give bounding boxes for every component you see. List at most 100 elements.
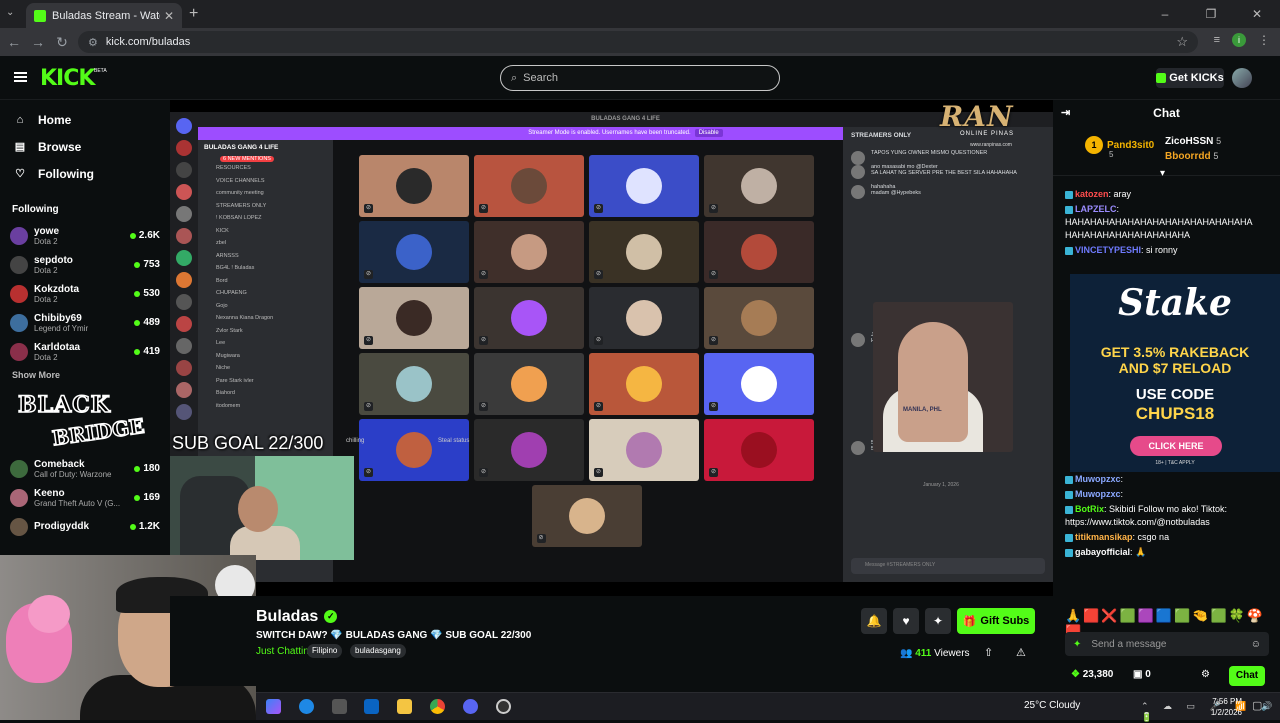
streamer-name[interactable]: Buladas ✓ bbox=[256, 608, 338, 626]
chat-settings-icon[interactable]: ⚙ bbox=[1201, 669, 1210, 680]
profile-avatar-icon[interactable]: i bbox=[1232, 33, 1246, 47]
user-avatar[interactable] bbox=[1232, 68, 1252, 88]
chat-message: titikmansikap: csgo na bbox=[1065, 531, 1268, 544]
store-icon[interactable] bbox=[332, 699, 347, 714]
stake-ad[interactable]: Stake GET 3.5% RAKEBACK AND $7 RELOAD USE… bbox=[1070, 274, 1280, 472]
follow-heart-button[interactable]: ♥ bbox=[893, 608, 919, 634]
chat-messages-bottom: Muwopzxc: Muwopzxc: BotRix: Skibidi Foll… bbox=[1065, 473, 1268, 559]
mic-muted-icon: ⊘ bbox=[709, 270, 718, 279]
show-more-link[interactable]: Show More bbox=[0, 366, 170, 384]
discord-channel-row: ! KOBSAN LOPEZ bbox=[216, 215, 262, 221]
chrome-icon[interactable] bbox=[430, 699, 445, 714]
sidebar-channel-chibiby69[interactable]: Chibiby69 Legend of Ymir 489 bbox=[0, 308, 170, 337]
weather-widget[interactable]: 25°C Cloudy bbox=[1024, 700, 1080, 711]
pin-icon[interactable]: ▾ bbox=[1160, 168, 1165, 179]
emoji-icon[interactable]: ☺ bbox=[1251, 639, 1261, 650]
discord-channel-row: Niche bbox=[216, 365, 231, 371]
hamburger-menu-icon[interactable] bbox=[14, 72, 27, 82]
stream-category-link[interactable]: Just Chatting bbox=[256, 646, 314, 657]
collapse-chat-icon[interactable]: ⇥ bbox=[1061, 100, 1070, 126]
sidebar-channel-sepdoto[interactable]: sepdoto Dota 2 753 bbox=[0, 250, 170, 279]
participant-avatar bbox=[511, 432, 547, 468]
home-icon: ⌂ bbox=[16, 113, 24, 126]
get-kicks-label: Get KICKs bbox=[1169, 72, 1224, 84]
sidebar-item-home[interactable]: ⌂ Home bbox=[0, 106, 170, 133]
taskbar-clock[interactable]: 7:56 PM 1/2/2026 bbox=[1202, 696, 1242, 718]
kick-logo[interactable]: KICK bbox=[40, 66, 95, 91]
reload-icon[interactable]: ↻ bbox=[50, 34, 74, 51]
leader-3[interactable]: Bboorrdd 5 bbox=[1165, 151, 1218, 162]
chat-username[interactable]: gabayofficial bbox=[1075, 547, 1130, 557]
chat-username[interactable]: titikmansikap bbox=[1075, 532, 1133, 542]
channel-avatar bbox=[10, 488, 28, 507]
stake-click-here-button[interactable]: CLICK HERE bbox=[1130, 436, 1222, 456]
sidebar-item-browse[interactable]: ▤ Browse bbox=[0, 133, 170, 160]
sidebar-channel-yowe[interactable]: yowe Dota 2 2.6K bbox=[0, 221, 170, 250]
copilot-icon[interactable] bbox=[266, 699, 281, 714]
leader-1[interactable]: 1 Pand3sit0 5 bbox=[1085, 136, 1154, 159]
close-window-button[interactable]: ✕ bbox=[1234, 0, 1280, 28]
leader-2[interactable]: ZicoHSSN 5 bbox=[1165, 136, 1221, 147]
report-icon[interactable]: ⚠ bbox=[1016, 646, 1026, 659]
sidebar-channel-prodigyddk[interactable]: Prodigyddk 1.2K bbox=[0, 512, 170, 541]
restore-button[interactable]: ❐ bbox=[1188, 0, 1234, 28]
tag-buladasgang[interactable]: buladasgang bbox=[350, 644, 406, 658]
sidebar-channel-keeno[interactable]: Keeno Grand Theft Auto V (G... 169 bbox=[0, 483, 170, 512]
chat-username[interactable]: Muwopzxc bbox=[1075, 489, 1121, 499]
get-kicks-button[interactable]: Get KICKs bbox=[1156, 68, 1224, 88]
outlook-icon[interactable] bbox=[364, 699, 379, 714]
mic-muted-icon: ⊘ bbox=[479, 402, 488, 411]
mic-muted-icon: ⊘ bbox=[364, 468, 373, 477]
notification-icon[interactable]: ▢ bbox=[1252, 699, 1262, 712]
sidebar-channel-karldotaa[interactable]: Karldotaa Dota 2 419 bbox=[0, 337, 170, 366]
ran-online-subtitle: ONLINE PINAS bbox=[960, 131, 1015, 137]
sidebar-item-label: Home bbox=[38, 112, 72, 127]
sidebar-channel-kokzdota[interactable]: Kokzdota Dota 2 530 bbox=[0, 279, 170, 308]
channel-game: Dota 2 bbox=[34, 265, 58, 275]
discord-channel-row: itodomem bbox=[216, 402, 241, 409]
chat-username[interactable]: Muwopzxc bbox=[1075, 474, 1121, 484]
chat-username[interactable]: katozen bbox=[1075, 189, 1109, 199]
bookmark-star-icon[interactable]: ☆ bbox=[1176, 34, 1188, 50]
channel-text: yowe Dota 2 bbox=[34, 226, 130, 246]
sidebar-item-following[interactable]: ♡ Following bbox=[0, 160, 170, 187]
close-tab-icon[interactable]: ✕ bbox=[164, 9, 174, 23]
site-info-icon[interactable]: ⚙ bbox=[88, 36, 98, 49]
obs-icon[interactable] bbox=[496, 699, 511, 714]
gift-subs-button[interactable]: 🎁 Gift Subs bbox=[957, 608, 1035, 634]
edge-icon[interactable] bbox=[299, 699, 314, 714]
tag-filipino[interactable]: Filipino bbox=[307, 644, 343, 658]
leader-count: 5 bbox=[1216, 136, 1222, 146]
sparkle-button[interactable]: ✦ bbox=[925, 608, 951, 634]
search-input[interactable]: ⌕ Search bbox=[500, 65, 780, 91]
back-icon[interactable]: ← bbox=[2, 34, 26, 50]
viewer-count: 2.6K bbox=[138, 230, 160, 241]
address-bar[interactable]: ⚙ kick.com/buladas ☆ bbox=[78, 31, 1198, 53]
voice-participant-tile: ⊘ bbox=[359, 419, 469, 481]
browser-tab[interactable]: Buladas Stream - Watch Live on Kick ✕ bbox=[26, 3, 182, 28]
explorer-icon[interactable] bbox=[397, 699, 412, 714]
voice-participant-tile: ⊘ bbox=[589, 419, 699, 481]
menu-kebab-icon[interactable]: ⋮ bbox=[1258, 33, 1270, 47]
voice-participant-tile: ⊘ bbox=[359, 353, 469, 415]
channel-viewers: 530 bbox=[134, 288, 160, 299]
discord-message-line2: SA LAHAT NG SERVER PRE THE BEST SILA HAH… bbox=[871, 170, 1017, 176]
share-icon[interactable]: ⇧ bbox=[984, 646, 993, 659]
voice-participant-tile: ⊘ bbox=[474, 221, 584, 283]
sidebar-channel-comeback[interactable]: Comeback Call of Duty: Warzone 180 bbox=[0, 454, 170, 483]
gift-box[interactable]: ▣ 0 bbox=[1133, 669, 1151, 680]
minimize-button[interactable]: – bbox=[1142, 0, 1188, 28]
chat-username[interactable]: BotRix bbox=[1075, 504, 1104, 514]
channel-points[interactable]: ❖ 23,380 bbox=[1071, 669, 1113, 680]
chat-input[interactable]: ✦ Send a message ☺ bbox=[1065, 632, 1269, 656]
chat-username[interactable]: VINCETYPESHI bbox=[1075, 245, 1141, 255]
chat-username[interactable]: LAPZELC bbox=[1075, 204, 1117, 214]
discord-icon[interactable] bbox=[463, 699, 478, 714]
tab-search-icon[interactable]: ⌄ bbox=[6, 7, 14, 18]
notification-bell-button[interactable]: 🔔 bbox=[861, 608, 887, 634]
media-icon[interactable]: ≡ bbox=[1214, 34, 1220, 46]
forward-icon[interactable]: → bbox=[26, 34, 50, 50]
new-tab-icon[interactable]: + bbox=[189, 5, 198, 23]
mic-muted-icon: ⊘ bbox=[536, 534, 546, 543]
chat-send-button[interactable]: Chat bbox=[1229, 666, 1265, 686]
